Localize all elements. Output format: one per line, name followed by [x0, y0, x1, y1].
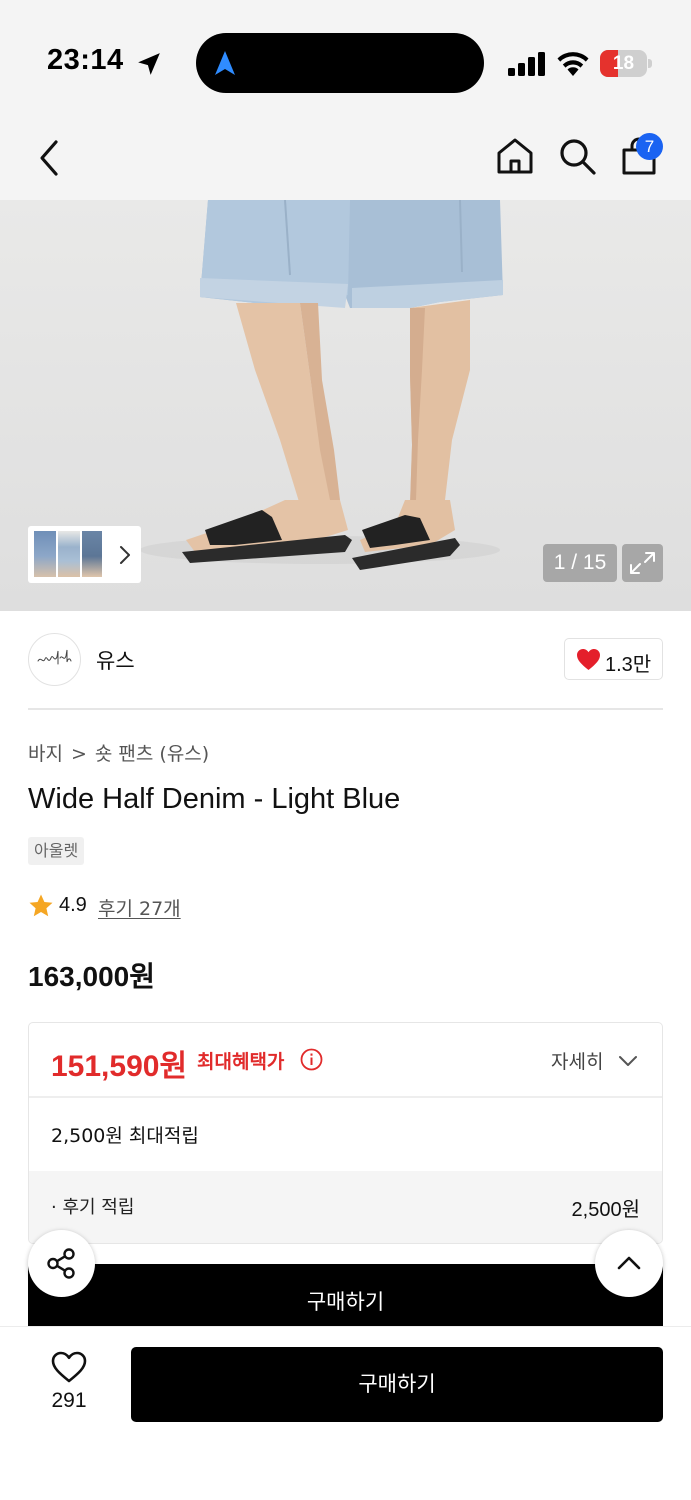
wishlist-button[interactable]: 291 [38, 1351, 100, 1421]
bottom-action-bar: 291 구매하기 [0, 1326, 691, 1500]
buy-button[interactable]: 구매하기 [131, 1347, 663, 1422]
status-time: 23:14 [47, 44, 124, 76]
chevron-up-icon [617, 1256, 641, 1270]
review-points-value: 2,500원 [571, 1199, 640, 1221]
star-icon [29, 894, 53, 917]
share-button[interactable] [28, 1230, 95, 1297]
max-points-summary: 2,500원 최대적립 [51, 1125, 199, 1147]
signal-icon [508, 52, 545, 76]
breadcrumb-separator: > [70, 743, 87, 765]
navigation-arrow-icon [215, 51, 235, 75]
review-points-label: · 후기 적립 [51, 1197, 135, 1218]
section-divider [28, 708, 663, 710]
heart-filled-icon [577, 649, 600, 670]
cart-count-badge: 7 [636, 133, 663, 160]
benefit-detail-toggle[interactable]: 자세히 [551, 1045, 643, 1075]
product-image-gallery[interactable]: 1 / 15 [0, 200, 691, 611]
back-icon[interactable] [32, 138, 66, 178]
review-count-link[interactable]: 후기 27개 [98, 894, 181, 921]
search-icon[interactable] [556, 135, 598, 177]
top-nav-bar: 7 [0, 120, 691, 200]
status-bar: 23:14 18 [0, 0, 691, 120]
wishlist-count: 291 [51, 1389, 87, 1412]
benefit-divider [29, 1096, 662, 1098]
thumbnail-image[interactable] [82, 531, 102, 577]
location-arrow-icon [138, 53, 160, 75]
image-page-counter: 1 / 15 [543, 544, 617, 582]
rating-value: 4.9 [59, 894, 87, 916]
chevron-down-icon [619, 1056, 637, 1066]
brand-logo[interactable]: youth [28, 633, 81, 686]
brand-logo-mark: youth [37, 649, 72, 665]
dynamic-island [196, 33, 484, 93]
brand-like-button[interactable]: 1.3만 [564, 638, 663, 680]
product-title: Wide Half Denim - Light Blue [28, 783, 401, 815]
share-icon [47, 1248, 75, 1279]
max-benefit-label: 최대혜택가 [197, 1051, 285, 1073]
expand-icon [630, 552, 655, 574]
battery-icon: 18 [600, 50, 652, 77]
original-price: 163,000원 [28, 961, 155, 992]
thumbnail-image[interactable] [58, 531, 80, 577]
info-icon[interactable] [300, 1048, 323, 1071]
thumbnail-strip[interactable] [28, 526, 141, 583]
outlet-tag: 아울렛 [28, 837, 85, 865]
breadcrumb: 바지 > 숏 팬츠 (유스) [28, 739, 209, 766]
scroll-to-top-button[interactable] [595, 1230, 663, 1297]
breadcrumb-item-pants[interactable]: 바지 [28, 743, 63, 765]
breadcrumb-item-shorts[interactable]: 숏 팬츠 (유스) [95, 743, 209, 765]
max-benefit-price: 151,590원 [51, 1050, 188, 1083]
chevron-right-icon[interactable] [118, 544, 132, 566]
expand-button[interactable] [622, 544, 663, 582]
inline-buy-button[interactable]: 구매하기 [28, 1264, 663, 1326]
benefit-box: 151,590원 최대혜택가 자세히 2,500원 최대적립 · 후기 적립 2… [28, 1022, 663, 1244]
home-icon[interactable] [494, 135, 536, 177]
points-row: · 후기 적립 2,500원 [29, 1171, 662, 1243]
brand-name[interactable]: 유스 [96, 645, 135, 675]
heart-outline-icon [51, 1351, 87, 1383]
thumbnail-image[interactable] [34, 531, 56, 577]
brand-like-count: 1.3만 [605, 654, 652, 676]
wifi-icon [557, 52, 589, 76]
detail-label: 자세히 [551, 1051, 604, 1073]
battery-level: 18 [612, 53, 635, 74]
